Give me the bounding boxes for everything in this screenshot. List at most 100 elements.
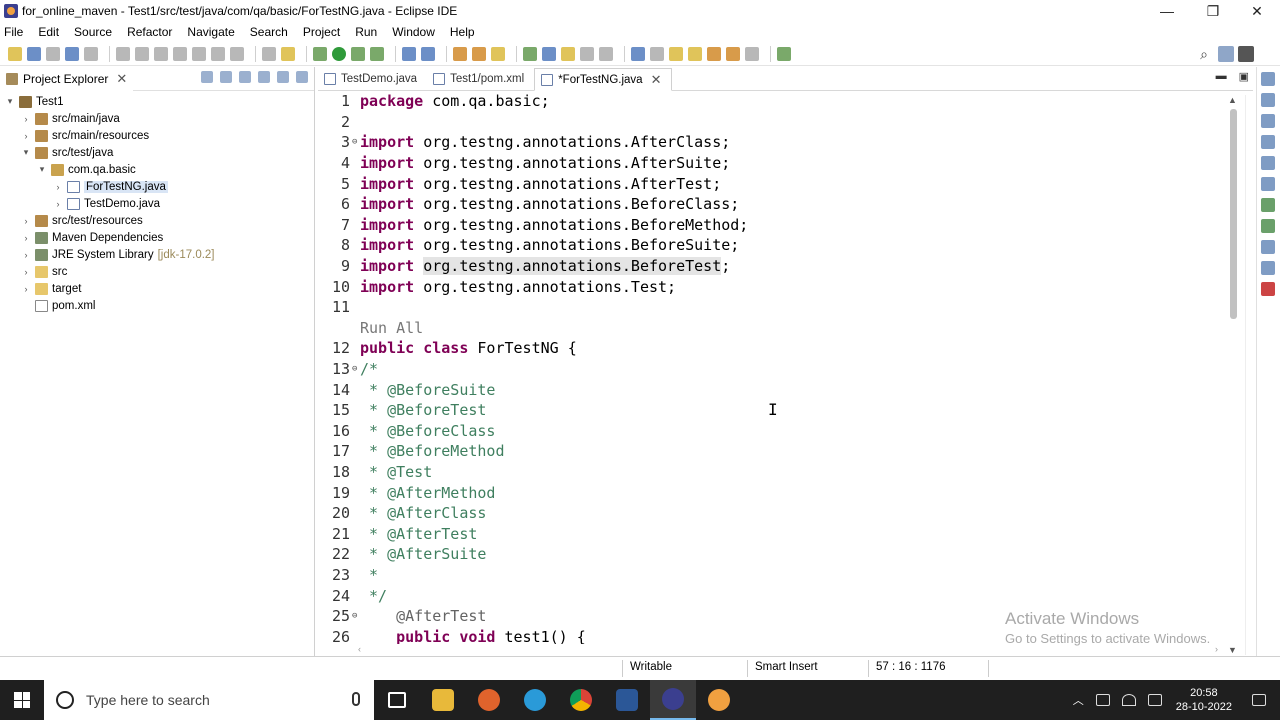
restore-view-icon[interactable] [1261,114,1275,128]
chevron-right-icon[interactable]: › [20,233,32,243]
resume-icon[interactable] [116,46,130,61]
chevron-up-icon[interactable]: ︿ [1073,692,1084,708]
menu-window[interactable]: Window [392,25,435,39]
taskbar-firefox[interactable] [466,680,512,720]
tab-fortestng[interactable]: *ForTestNG.java ✕ [534,68,673,91]
scrollbar-thumb[interactable] [1230,109,1237,319]
close-icon[interactable]: ✕ [116,71,127,87]
external-tools-icon[interactable] [370,46,384,61]
wifi-icon[interactable] [1121,694,1136,706]
open-perspective-icon[interactable] [1218,46,1234,62]
microphone-icon[interactable] [352,692,360,706]
skip-breakpoints-icon[interactable] [84,46,98,61]
menu-file[interactable]: File [4,25,23,39]
scroll-left-icon[interactable]: ‹ [358,644,361,654]
tree-item-test1[interactable]: ▾ Test1 [0,93,314,110]
taskbar-eclipse[interactable] [650,680,696,720]
disconnect-icon[interactable] [173,46,187,61]
annotation-icon[interactable] [523,46,537,61]
taskbar-search[interactable]: Type here to search [44,680,374,720]
console-icon[interactable] [1261,240,1275,254]
tree-item-src-test-java[interactable]: ▾ src/test/java [0,144,314,161]
tree-item-pom[interactable]: pom.xml [0,297,314,314]
chevron-right-icon[interactable]: › [20,131,32,141]
volume-icon[interactable] [1147,694,1162,706]
block-selection-icon[interactable] [580,46,594,61]
step-over-icon[interactable] [211,46,225,61]
taskbar-word[interactable] [604,680,650,720]
toggle-block-icon[interactable] [262,46,276,61]
tree-item-src-main-java[interactable]: › src/main/java [0,110,314,127]
vertical-scrollbar[interactable]: ▲ ▼ [1228,95,1238,655]
mark-occurrences-icon[interactable] [542,46,556,61]
step-return-icon[interactable] [230,46,244,61]
menu-source[interactable]: Source [74,25,112,39]
debug-icon[interactable] [313,46,327,61]
close-icon[interactable]: ✕ [651,72,662,88]
globe-icon[interactable] [631,46,645,61]
open-type-icon[interactable] [453,46,467,61]
menu-help[interactable]: Help [450,25,475,39]
chevron-right-icon[interactable]: › [20,114,32,124]
coverage-view-icon[interactable] [1261,219,1275,233]
terminal-icon[interactable] [65,46,79,61]
save-all-icon[interactable] [46,46,60,61]
start-button[interactable] [0,680,44,720]
menu-search[interactable]: Search [250,25,288,39]
tree-item-jre-library[interactable]: › JRE System Library [jdk-17.0.2] [0,246,314,263]
chevron-right-icon[interactable]: › [20,250,32,260]
tree-item-src[interactable]: › src [0,263,314,280]
link-with-editor-icon[interactable] [220,71,232,83]
chevron-down-icon[interactable]: ▾ [4,96,16,107]
menu-project[interactable]: Project [303,25,340,39]
chevron-right-icon[interactable]: › [52,182,64,192]
java-perspective-icon[interactable] [1238,46,1254,62]
tree-item-testdemo[interactable]: › TestDemo.java [0,195,314,212]
open-console-icon[interactable] [777,46,791,61]
minimize-button[interactable]: — [1144,0,1190,22]
chevron-right-icon[interactable]: › [20,267,32,277]
menu-edit[interactable]: Edit [38,25,59,39]
chevron-right-icon[interactable]: › [52,199,64,209]
scroll-up-icon[interactable]: ▲ [1228,95,1237,105]
word-wrap-icon[interactable] [561,46,575,61]
chevron-right-icon[interactable]: › [20,216,32,226]
maximize-editor-icon[interactable]: ▣ [1239,70,1249,83]
cursor-position[interactable]: 57 : 16 : 1176 [876,661,945,673]
close-window-button[interactable]: ✕ [1234,0,1280,22]
tree-item-maven-dependencies[interactable]: › Maven Dependencies [0,229,314,246]
minimize-view-icon[interactable] [277,71,289,83]
filter-icon[interactable] [239,71,251,83]
declaration-icon[interactable] [1261,177,1275,191]
terminate-icon[interactable] [154,46,168,61]
maximize-view-icon[interactable] [296,71,308,83]
testng-results-icon[interactable] [1261,282,1275,296]
open-task-icon[interactable] [472,46,486,61]
chevron-down-icon[interactable]: ▾ [36,164,48,175]
chevron-right-icon[interactable]: › [20,284,32,294]
fold-toggle-icon[interactable]: ⊖ [352,137,360,147]
fold-toggle-icon[interactable]: ⊖ [352,364,360,374]
last-edit-location-icon[interactable] [707,46,721,61]
tree-item-target[interactable]: › target [0,280,314,297]
project-explorer-tab[interactable]: Project Explorer ✕ [0,66,134,91]
tab-testdemo[interactable]: TestDemo.java [318,67,427,90]
search-toolbar-icon[interactable] [491,46,505,61]
step-into-icon[interactable] [192,46,206,61]
suspend-icon[interactable] [135,46,149,61]
forward-icon[interactable] [745,46,759,61]
insert-mode-status[interactable]: Smart Insert [755,661,818,673]
show-whitespace-icon[interactable] [599,46,613,61]
previous-annotation-icon[interactable] [688,46,702,61]
taskbar-edge[interactable] [512,680,558,720]
new-java-project-icon[interactable] [402,46,416,61]
javadoc-icon[interactable] [1261,156,1275,170]
new-icon[interactable] [8,46,22,61]
back-icon[interactable] [726,46,740,61]
restore-button[interactable]: ❐ [1190,0,1236,22]
run-all-codelens[interactable]: Run All [360,319,423,337]
overview-ruler[interactable] [1245,95,1253,655]
junit-icon[interactable] [1261,198,1275,212]
minimize-editor-icon[interactable]: ▬ [1216,70,1227,83]
save-icon[interactable] [27,46,41,61]
